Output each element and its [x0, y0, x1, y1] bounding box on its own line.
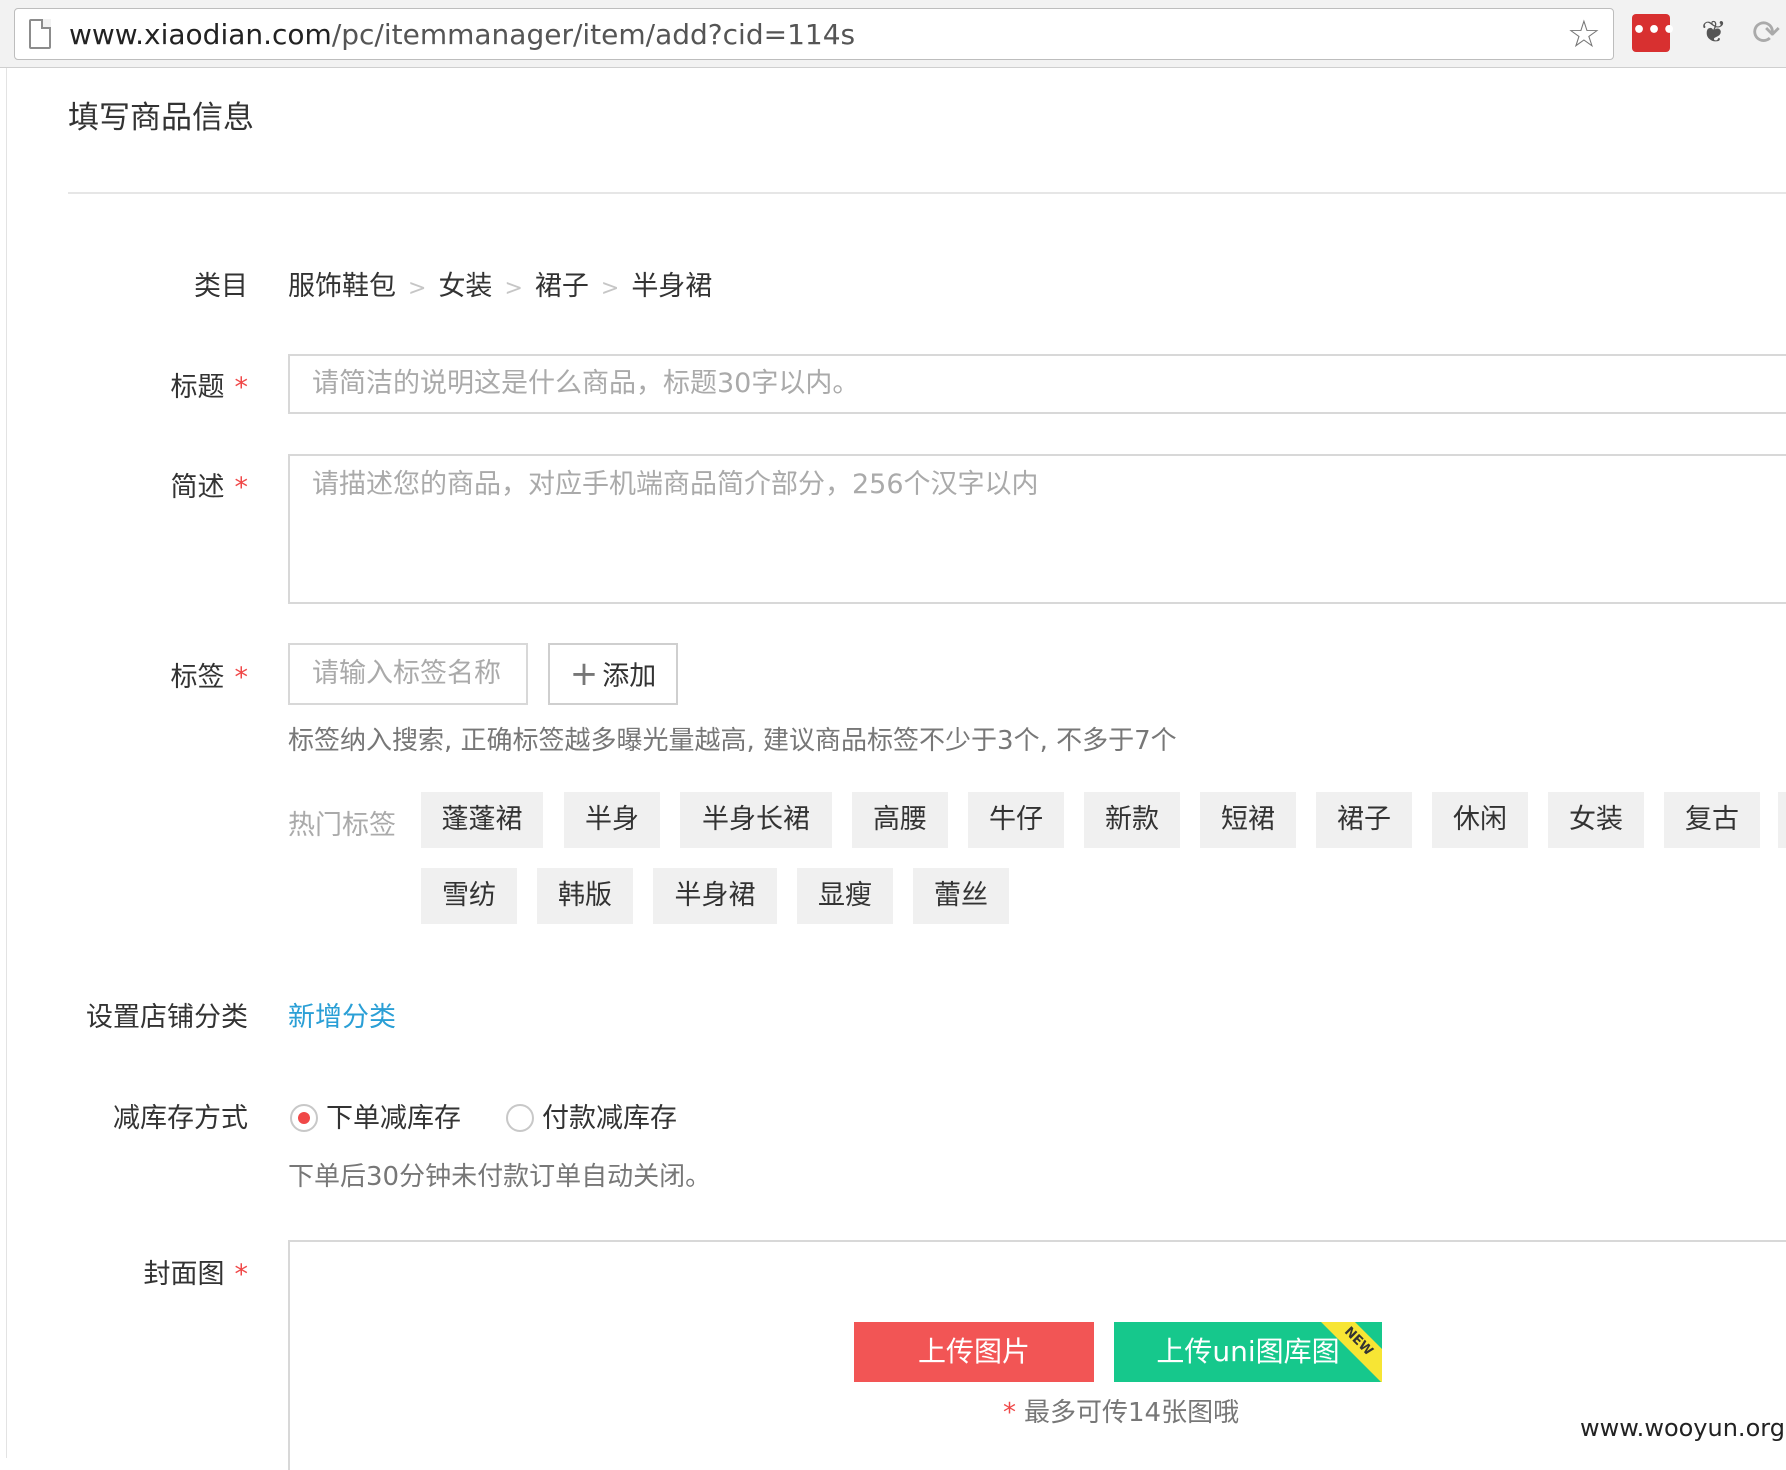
- radio-unchecked-icon[interactable]: [506, 1104, 534, 1132]
- stock-option-payment[interactable]: 付款减库存: [506, 1096, 677, 1135]
- left-border: [6, 68, 7, 1458]
- radio-checked-icon[interactable]: [290, 1104, 318, 1132]
- add-tag-button[interactable]: + 添加: [548, 643, 678, 705]
- hot-tag-chip[interactable]: 半身裙: [653, 868, 777, 924]
- stock-option-order-label: 下单减库存: [326, 1103, 461, 1134]
- cover-label-text: 封面图: [143, 1259, 225, 1290]
- title-label: 标题 *: [68, 365, 249, 404]
- add-shop-category-link[interactable]: 新增分类: [288, 995, 396, 1034]
- crumb-3: 裙子: [534, 271, 589, 302]
- address-bar[interactable]: www.xiaodian.com/pc/itemmanager/item/add…: [14, 8, 1614, 60]
- browser-toolbar: www.xiaodian.com/pc/itemmanager/item/add…: [0, 0, 1786, 68]
- hot-tag-chip[interactable]: 蕾丝: [913, 868, 1009, 924]
- url-host: www.xiaodian.com: [69, 18, 332, 51]
- crumb-sep-icon: >: [408, 276, 427, 301]
- tags-hint: 标签纳入搜索, 正确标签越多曝光量越高, 建议商品标签不少于3个, 不多于7个: [288, 726, 1177, 756]
- category-breadcrumb: 服饰鞋包 > 女装 > 裙子 > 半身裙: [288, 264, 712, 303]
- title-label-text: 标题: [170, 372, 225, 403]
- tags-label-text: 标签: [170, 662, 225, 693]
- extension-lastpass-icon[interactable]: •••: [1632, 14, 1676, 52]
- stock-hint: 下单后30分钟未付款订单自动关闭。: [288, 1162, 712, 1192]
- cover-label: 封面图 *: [68, 1252, 249, 1291]
- hot-tag-chip[interactable]: 半身长裙: [680, 792, 832, 848]
- hot-tag-chip[interactable]: 休闲: [1432, 792, 1528, 848]
- stock-option-order[interactable]: 下单减库存: [290, 1096, 461, 1135]
- page-icon: [29, 19, 51, 49]
- hot-tag-chip[interactable]: 短裙: [1200, 792, 1296, 848]
- description-label: 简述 *: [68, 465, 249, 504]
- category-label: 类目: [68, 264, 248, 303]
- crumb-2: 女装: [438, 271, 493, 302]
- category-label-text: 类目: [194, 271, 248, 302]
- url-text[interactable]: www.xiaodian.com/pc/itemmanager/item/add…: [69, 19, 855, 51]
- cover-max-hint: * 最多可传14张图哦: [1003, 1392, 1239, 1429]
- url-path: /pc/itemmanager/item/add?cid=114s: [331, 18, 856, 51]
- hot-tag-chip[interactable]: 女装: [1548, 792, 1644, 848]
- description-label-text: 简述: [170, 472, 225, 503]
- extension-evernote-icon[interactable]: ❦: [1698, 14, 1730, 52]
- description-textarea[interactable]: 请描述您的商品，对应手机端商品简介部分，256个汉字以内: [288, 454, 1786, 604]
- crumb-1: 服饰鞋包: [288, 271, 396, 302]
- hot-tag-chip-clipped: [1778, 792, 1786, 848]
- cover-max-hint-text: 最多可传14张图哦: [1024, 1398, 1240, 1428]
- required-mark: *: [234, 372, 249, 403]
- hot-tag-chip[interactable]: 半身: [564, 792, 660, 848]
- stock-option-payment-label: 付款减库存: [542, 1103, 677, 1134]
- upload-uni-library-button[interactable]: 上传uni图库图 NEW: [1114, 1322, 1382, 1382]
- tag-input[interactable]: 请输入标签名称: [288, 643, 528, 705]
- crumb-sep-icon: >: [600, 276, 620, 301]
- upload-uni-label: 上传uni图库图: [1156, 1335, 1340, 1368]
- required-mark: *: [234, 1259, 249, 1290]
- tags-label: 标签 *: [68, 655, 249, 694]
- page-title: 填写商品信息: [68, 100, 254, 136]
- plus-icon: +: [569, 654, 599, 694]
- hot-tag-chip[interactable]: 复古: [1664, 792, 1760, 848]
- watermark: www.wooyun.org: [1580, 1414, 1785, 1442]
- hot-tag-chip[interactable]: 韩版: [537, 868, 633, 924]
- hot-tag-chip[interactable]: 高腰: [852, 792, 948, 848]
- hot-tag-chip[interactable]: 新款: [1084, 792, 1180, 848]
- shop-category-label: 设置店铺分类: [86, 1002, 248, 1033]
- hot-tag-chip[interactable]: 蓬蓬裙: [421, 792, 543, 848]
- hot-tags-label: 热门标签: [288, 810, 396, 841]
- required-mark: *: [234, 472, 249, 503]
- hot-tag-chip[interactable]: 雪纺: [421, 868, 517, 924]
- hot-tag-chip[interactable]: 裙子: [1316, 792, 1412, 848]
- extension-sync-icon[interactable]: ⟳: [1752, 14, 1786, 52]
- crumb-sep-icon: >: [504, 276, 523, 301]
- title-input[interactable]: 请简洁的说明这是什么商品，标题30字以内。: [288, 354, 1786, 414]
- required-mark: *: [1003, 1398, 1016, 1428]
- crumb-4: 半身裙: [631, 271, 713, 302]
- add-tag-label: 添加: [602, 661, 657, 692]
- upload-image-button[interactable]: 上传图片: [854, 1322, 1094, 1382]
- hot-tag-chip[interactable]: 牛仔: [968, 792, 1064, 848]
- title-divider: [68, 192, 1786, 194]
- hot-tag-chip[interactable]: 显瘦: [797, 868, 893, 924]
- stock-method-label: 减库存方式: [113, 1103, 248, 1134]
- bookmark-star-icon[interactable]: ☆: [1567, 15, 1601, 53]
- required-mark: *: [234, 662, 249, 693]
